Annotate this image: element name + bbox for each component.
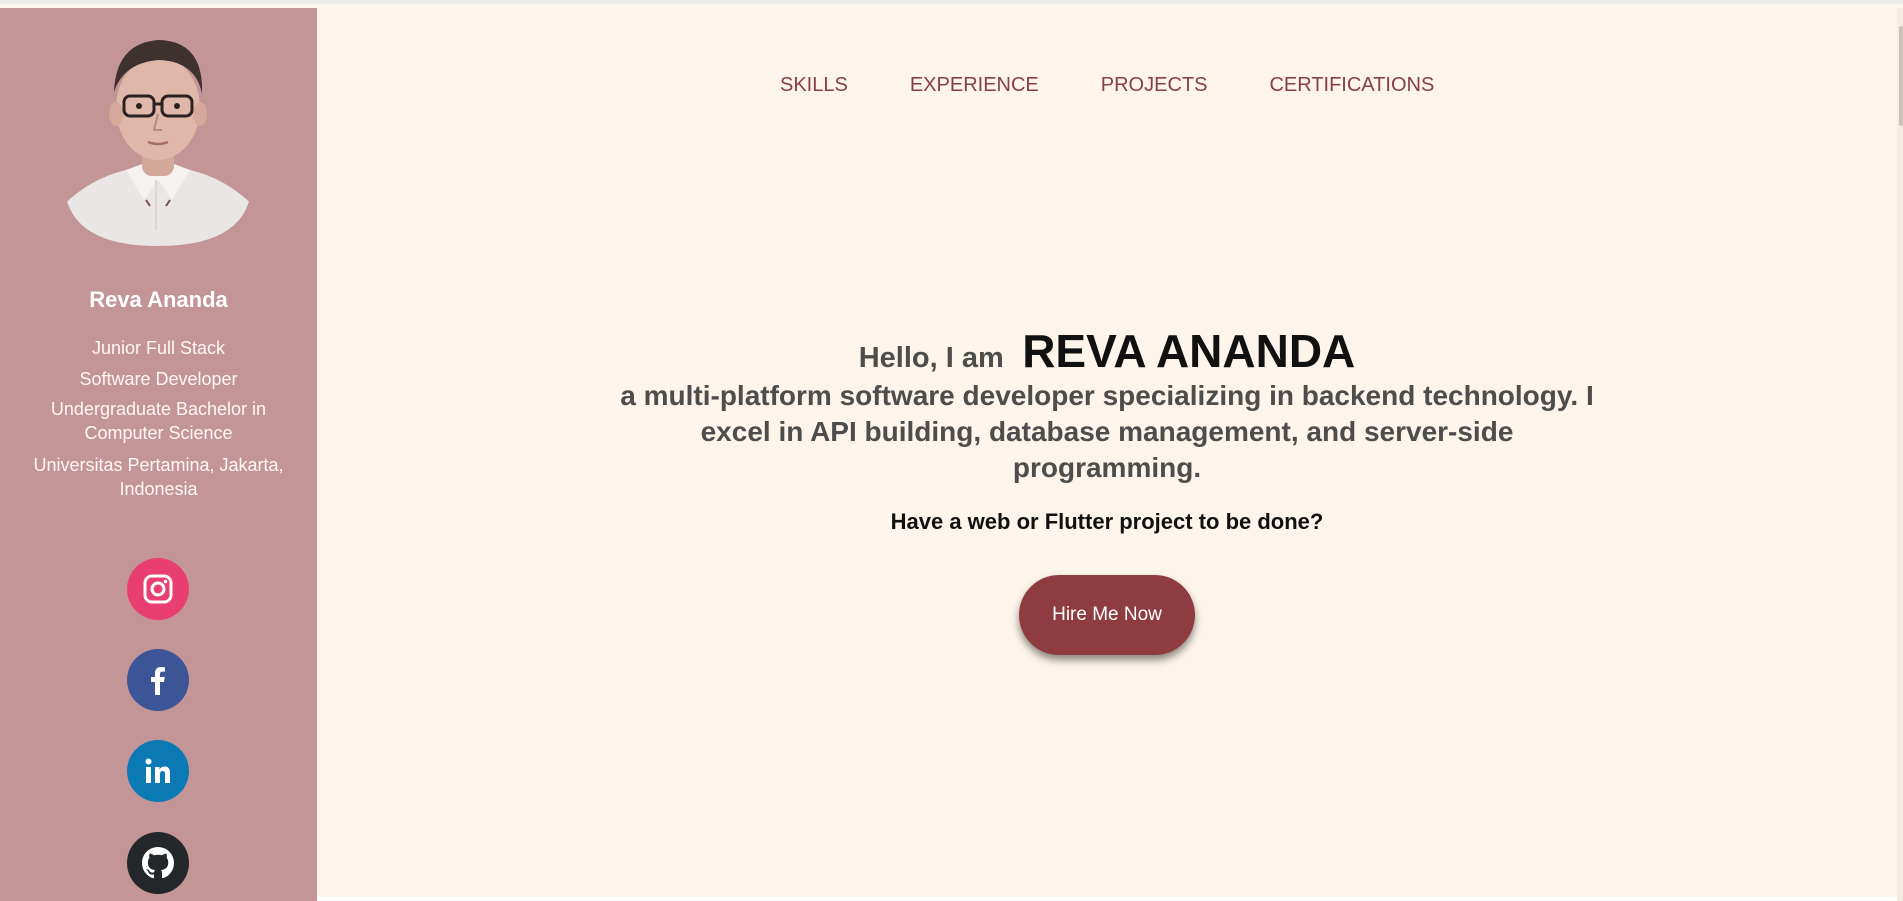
profile-role-line-2: Software Developer <box>79 369 238 389</box>
facebook-button[interactable] <box>127 649 189 711</box>
github-button[interactable] <box>127 832 189 894</box>
top-nav: SKILLS EXPERIENCE PROJECTS CERTIFICATION… <box>780 70 1434 100</box>
instagram-icon <box>143 574 173 604</box>
nav-item-projects[interactable]: PROJECTS <box>1101 70 1208 100</box>
nav-item-certifications[interactable]: CERTIFICATIONS <box>1269 70 1434 100</box>
scrollbar-track[interactable] <box>1897 8 1903 901</box>
hero-greeting: Hello, I am <box>858 342 1004 374</box>
hero-name: REVA ANANDA <box>1022 325 1356 377</box>
hire-me-button[interactable]: Hire Me Now <box>1019 575 1195 655</box>
instagram-button[interactable] <box>127 558 189 620</box>
hero-tagline: a multi-platform software developer spec… <box>620 380 1594 483</box>
profile-avatar <box>64 30 252 246</box>
portfolio-page: Reva Ananda Junior Full Stack Software D… <box>0 0 1903 901</box>
hero-question: Have a web or Flutter project to be done… <box>890 509 1324 534</box>
scrollbar-thumb[interactable] <box>1899 26 1903 126</box>
profile-location: Universitas Pertamina, Jakarta, Indonesi… <box>33 455 284 499</box>
linkedin-icon <box>145 758 170 783</box>
facebook-icon <box>151 667 165 695</box>
nav-item-skills[interactable]: SKILLS <box>780 70 848 100</box>
profile-education: Undergraduate Bachelor in Computer Scien… <box>50 399 267 443</box>
hero-greeting-line: Hello, I am REVA ANANDA <box>317 324 1897 384</box>
profile-name: Reva Ananda <box>89 287 228 312</box>
sidebar: Reva Ananda Junior Full Stack Software D… <box>0 8 317 901</box>
profile-role-line-1: Junior Full Stack <box>91 338 226 358</box>
github-icon <box>142 847 174 879</box>
nav-item-experience[interactable]: EXPERIENCE <box>910 70 1039 100</box>
linkedin-button[interactable] <box>127 740 189 802</box>
